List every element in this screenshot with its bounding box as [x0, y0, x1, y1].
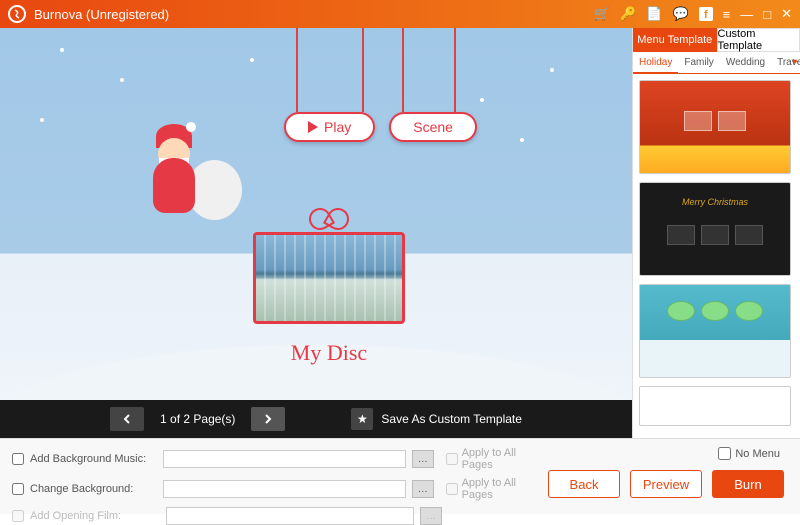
save-template-label: Save As Custom Template: [381, 412, 522, 426]
santa-illustration: [145, 120, 240, 230]
opening-film-input: [166, 507, 414, 525]
opening-film-browse-button: …: [420, 507, 442, 525]
bg-music-browse-button[interactable]: …: [412, 450, 434, 468]
bow-icon: [309, 206, 349, 230]
app-logo-icon: [8, 5, 26, 23]
template-sidebar: Menu Template Custom Template Holiday Fa…: [632, 28, 800, 438]
page-next-button[interactable]: [251, 407, 285, 431]
facebook-icon[interactable]: f: [699, 7, 713, 21]
page-indicator: 1 of 2 Page(s): [160, 412, 235, 426]
template-thumbnails: [633, 74, 800, 438]
bg-music-label: Add Background Music:: [30, 453, 157, 465]
category-holiday[interactable]: Holiday: [633, 52, 678, 74]
app-title: Burnova (Unregistered): [34, 7, 594, 22]
change-bg-label: Change Background:: [30, 483, 157, 495]
save-as-template-button[interactable]: ★ Save As Custom Template: [351, 408, 522, 430]
menu-canvas: Play Scene My Disc 1 of 2 Page(s) ★ Save…: [0, 28, 632, 438]
no-menu-checkbox[interactable]: [718, 447, 731, 460]
bg-music-input[interactable]: [163, 450, 406, 468]
change-bg-input[interactable]: [163, 480, 406, 498]
svg-text:f: f: [704, 9, 708, 21]
bottom-panel: Add Background Music: … Apply to All Pag…: [0, 438, 800, 514]
disc-thumbnail-frame[interactable]: My Disc: [248, 206, 410, 366]
opening-film-checkbox: [12, 510, 24, 522]
preview-button[interactable]: Preview: [630, 470, 702, 498]
maximize-icon[interactable]: □: [763, 7, 771, 22]
bg-music-checkbox[interactable]: [12, 453, 24, 465]
play-label: Play: [324, 119, 351, 135]
change-bg-checkbox[interactable]: [12, 483, 24, 495]
change-bg-apply-checkbox: [446, 483, 458, 495]
play-icon: [308, 121, 318, 133]
tab-custom-template[interactable]: Custom Template: [717, 28, 800, 52]
category-family[interactable]: Family: [678, 52, 719, 73]
scene-button[interactable]: Scene: [389, 112, 477, 142]
change-bg-apply-label: Apply to All Pages: [462, 477, 548, 501]
play-button[interactable]: Play: [284, 112, 375, 142]
category-scroll-right-icon[interactable]: ▸: [793, 56, 798, 67]
opening-film-label: Add Opening Film:: [30, 510, 160, 522]
template-thumb-2[interactable]: [639, 182, 791, 276]
burn-button[interactable]: Burn: [712, 470, 784, 498]
tab-menu-template[interactable]: Menu Template: [633, 28, 717, 52]
bg-music-apply-checkbox: [446, 453, 458, 465]
close-icon[interactable]: ✕: [781, 6, 792, 22]
menu-icon[interactable]: ≡: [723, 7, 731, 22]
cart-icon[interactable]: 🛒: [594, 6, 610, 22]
key-icon[interactable]: 🔑: [620, 6, 636, 22]
template-thumb-3[interactable]: [639, 284, 791, 378]
minimize-icon[interactable]: —: [740, 7, 753, 22]
page-prev-button[interactable]: [110, 407, 144, 431]
category-wedding[interactable]: Wedding: [720, 52, 771, 73]
video-thumbnail: [253, 232, 405, 324]
back-button[interactable]: Back: [548, 470, 620, 498]
scene-label: Scene: [413, 119, 453, 135]
bg-music-apply-label: Apply to All Pages: [462, 447, 548, 471]
titlebar: Burnova (Unregistered) 🛒 🔑 📄 💬 f ≡ — □ ✕: [0, 0, 800, 28]
change-bg-browse-button[interactable]: …: [412, 480, 434, 498]
file-icon[interactable]: 📄: [646, 6, 662, 22]
disc-title[interactable]: My Disc: [248, 340, 410, 366]
star-icon: ★: [351, 408, 373, 430]
template-thumb-1[interactable]: [639, 80, 791, 174]
chat-icon[interactable]: 💬: [672, 6, 688, 22]
no-menu-label: No Menu: [735, 448, 780, 460]
template-thumb-4[interactable]: [639, 386, 791, 426]
